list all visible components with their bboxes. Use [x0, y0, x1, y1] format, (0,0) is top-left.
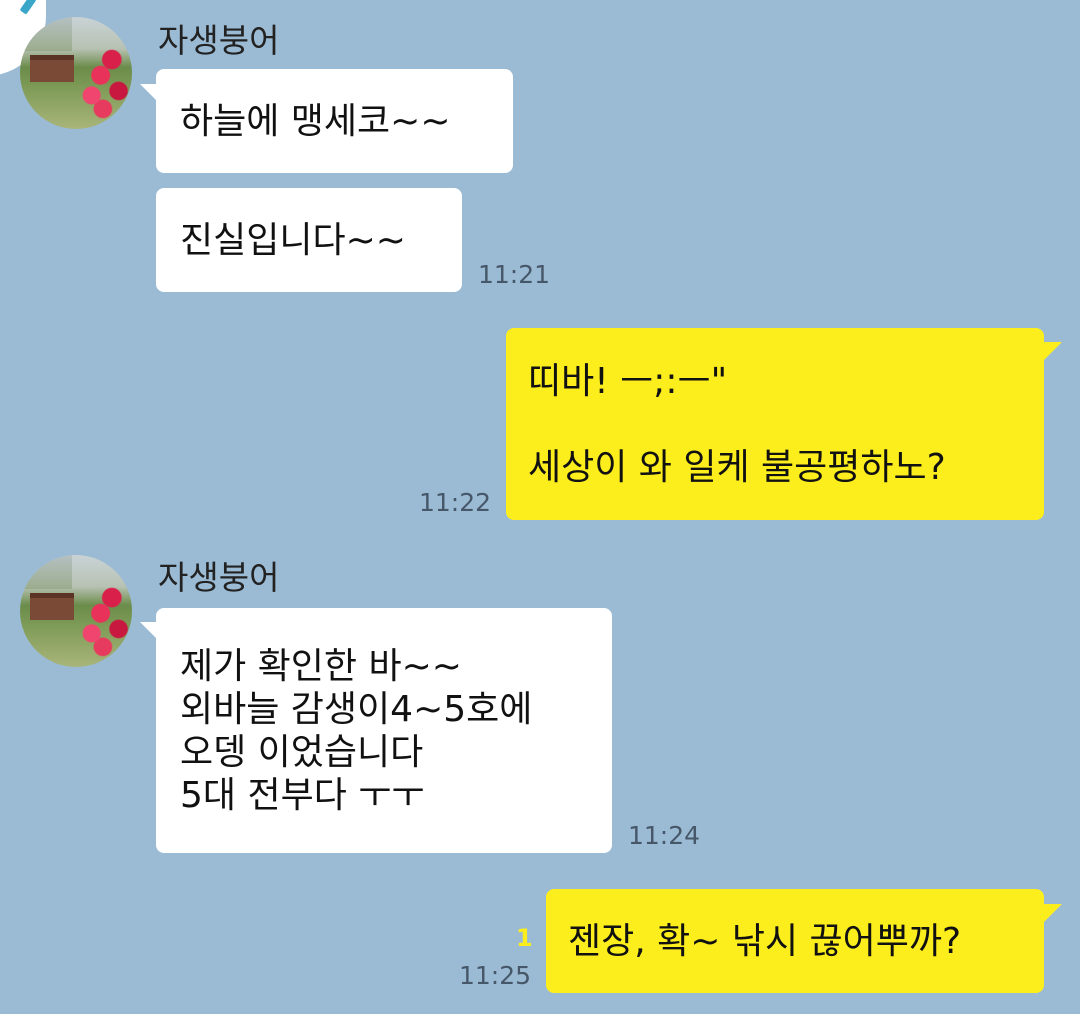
contact-avatar[interactable] [20, 555, 132, 667]
unread-count: 1 [516, 924, 533, 952]
message-time: 11:22 [419, 488, 492, 517]
message-text: 젠장, 확~ 낚시 끊어뿌까? [568, 920, 962, 962]
message-time: 11:21 [478, 260, 551, 289]
message-bubble-incoming[interactable]: 하늘에 맹세코~~ [156, 69, 513, 173]
contact-avatar[interactable] [20, 17, 132, 129]
message-bubble-outgoing[interactable]: 젠장, 확~ 낚시 끊어뿌까? [546, 889, 1044, 993]
message-time: 11:24 [628, 821, 701, 850]
message-time: 11:25 [459, 961, 532, 990]
sender-name: 자생붕어 [158, 558, 280, 597]
bubble-tail [1044, 904, 1062, 922]
message-text: 띠바! ㅡ;:ㅡ" 세상이 와 일케 불공평하노? [528, 360, 946, 488]
message-bubble-outgoing[interactable]: 띠바! ㅡ;:ㅡ" 세상이 와 일케 불공평하노? [506, 328, 1044, 520]
message-bubble-incoming[interactable]: 제가 확인한 바~~ 외바늘 감생이4~5호에 오뎅 이었습니다 5대 전부다 … [156, 608, 612, 853]
message-bubble-incoming[interactable]: 진실입니다~~ [156, 188, 462, 292]
message-text: 진실입니다~~ [180, 219, 406, 261]
message-text: 제가 확인한 바~~ 외바늘 감생이4~5호에 오뎅 이었습니다 5대 전부다 … [180, 645, 533, 816]
bubble-tail [1044, 342, 1062, 360]
message-text: 하늘에 맹세코~~ [180, 100, 451, 142]
sender-name: 자생붕어 [158, 21, 280, 60]
check-icon [19, 0, 37, 15]
